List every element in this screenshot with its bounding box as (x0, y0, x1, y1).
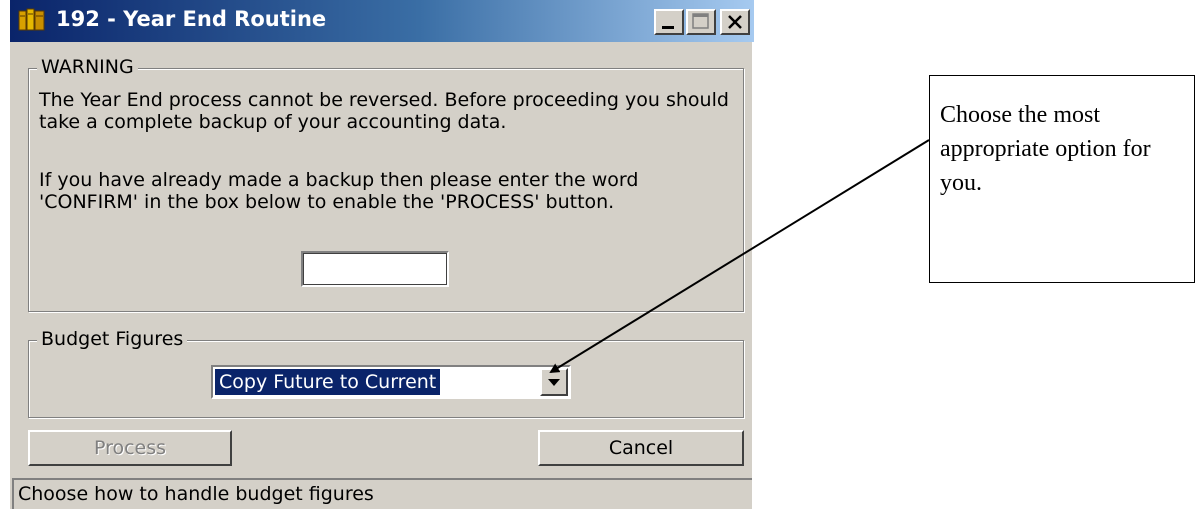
close-icon (728, 15, 742, 29)
confirm-input[interactable] (301, 251, 449, 287)
warning-group: WARNING The Year End process cannot be r… (28, 56, 744, 312)
callout-box: Choose the most appropriate option for y… (929, 75, 1195, 283)
status-bar: Choose how to handle budget figures (12, 478, 752, 509)
budget-figures-legend: Budget Figures (37, 328, 188, 350)
maximize-icon (692, 13, 709, 29)
title-bar[interactable]: 192 - Year End Routine (10, 0, 754, 42)
budget-option-selected: Copy Future to Current (215, 369, 441, 395)
warning-legend: WARNING (37, 56, 138, 78)
minimize-button[interactable] (654, 9, 684, 35)
cancel-button[interactable]: Cancel (538, 430, 744, 466)
year-end-dialog: 192 - Year End Routine WARNING The Year … (8, 0, 754, 509)
minimize-icon (662, 26, 674, 29)
window-title: 192 - Year End Routine (56, 7, 327, 31)
ledger-books-icon (18, 8, 45, 31)
chevron-down-icon (548, 379, 560, 386)
dropdown-button[interactable] (540, 368, 568, 396)
budget-figures-group: Budget Figures Copy Future to Current (28, 328, 744, 418)
process-button[interactable]: Process (28, 430, 232, 466)
maximize-button[interactable] (686, 9, 716, 35)
warning-text-backup: The Year End process cannot be reversed.… (39, 89, 729, 133)
budget-option-dropdown[interactable]: Copy Future to Current (211, 365, 571, 399)
close-button[interactable] (720, 9, 750, 35)
warning-text-confirm: If you have already made a backup then p… (39, 169, 639, 213)
